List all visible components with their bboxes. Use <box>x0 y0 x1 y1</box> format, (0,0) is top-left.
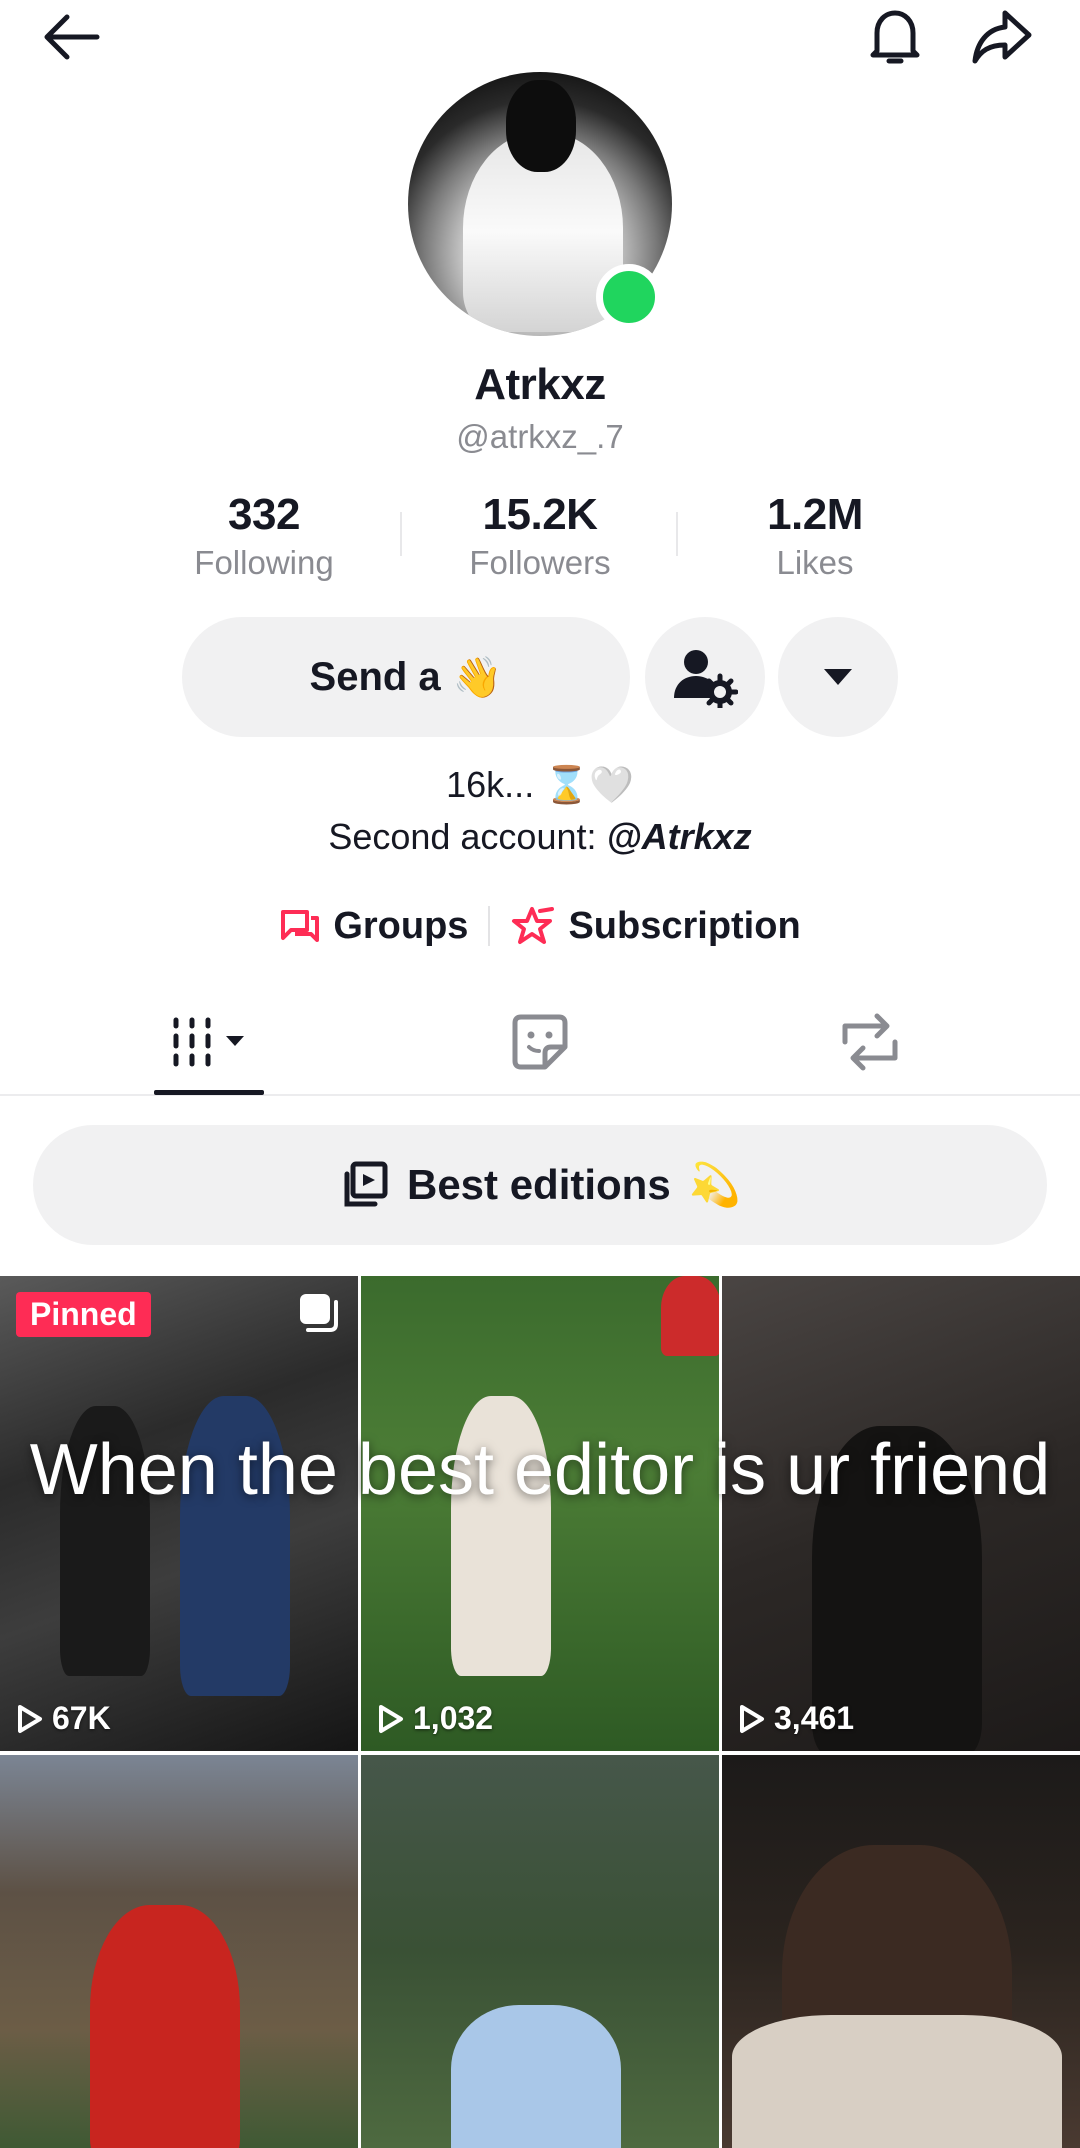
avatar-head-shape <box>506 80 576 172</box>
stat-label: Likes <box>776 544 854 581</box>
stat-divider <box>676 512 678 556</box>
content-tabs <box>0 990 1080 1096</box>
profile-actions: Send a 👋 <box>0 617 1080 737</box>
multi-photo-icon <box>300 1294 338 1332</box>
video-grid: Pinned 67K 1,032 3,461 <box>0 1276 1080 2148</box>
player-silhouette <box>451 2005 621 2148</box>
groups-label: Groups <box>333 904 469 947</box>
video-tile[interactable] <box>361 1755 719 2148</box>
collection-emoji: 💫 <box>688 1160 741 1208</box>
stat-value: 15.2K <box>482 490 598 539</box>
profile-avatar[interactable] <box>408 72 672 336</box>
profile-stats: 332 Following 15.2K Followers 1.2M Likes <box>0 490 1080 590</box>
player-silhouette <box>661 1276 719 1356</box>
bell-icon <box>870 10 920 64</box>
play-outline-icon <box>379 1704 403 1733</box>
video-tile[interactable] <box>722 1755 1080 2148</box>
best-editions-collection[interactable]: Best editions 💫 <box>33 1125 1047 1245</box>
bio-line-1: 16k... ⌛🤍 <box>446 764 634 805</box>
stat-likes[interactable]: 1.2M Likes <box>705 490 925 582</box>
username: @atrkxz_.7 <box>456 418 624 455</box>
pinned-badge: Pinned <box>16 1292 151 1337</box>
view-count: 3,461 <box>738 1700 854 1737</box>
star-badge-icon <box>512 907 555 944</box>
chat-bubbles-icon <box>281 910 320 942</box>
display-name: Atrkxz <box>474 360 606 409</box>
collection-icon <box>344 1161 388 1207</box>
video-tile[interactable] <box>0 1755 358 2148</box>
stat-following[interactable]: 332 Following <box>154 490 374 582</box>
active-tab-indicator <box>154 1090 264 1095</box>
stat-divider <box>400 512 402 556</box>
wave-emoji: 👋 <box>452 655 503 700</box>
top-bar <box>0 0 1080 80</box>
stat-value: 1.2M <box>767 490 863 539</box>
stat-label: Following <box>194 544 334 581</box>
collection-label: Best editions <box>406 1161 671 1208</box>
stat-label: Followers <box>469 544 611 581</box>
sticker-face-icon <box>512 1014 568 1070</box>
share-button[interactable] <box>962 2 1042 72</box>
profile-links: Groups Subscription <box>0 898 1080 954</box>
view-count-value: 1,032 <box>413 1700 494 1736</box>
groups-link[interactable]: Groups <box>259 905 488 948</box>
online-status-dot <box>596 264 662 330</box>
user-gear-icon <box>674 650 738 708</box>
view-count-value: 3,461 <box>774 1700 855 1736</box>
play-outline-icon <box>740 1704 764 1733</box>
stat-followers[interactable]: 15.2K Followers <box>430 490 650 582</box>
tab-stickers[interactable] <box>360 990 720 1094</box>
caret-down-icon <box>824 669 852 685</box>
send-wave-button[interactable]: Send a 👋 <box>182 617 630 737</box>
friend-settings-button[interactable] <box>645 617 765 737</box>
tab-videos[interactable] <box>30 990 390 1094</box>
video-overlay-caption: When the best editor is ur friend <box>29 1430 1051 1510</box>
subscription-label: Subscription <box>568 904 801 947</box>
view-count: 1,032 <box>377 1700 493 1737</box>
bio-prefix: Second account: <box>328 816 607 857</box>
subscription-link[interactable]: Subscription <box>490 905 820 948</box>
back-button[interactable] <box>30 2 110 72</box>
bio-mention-link[interactable]: @Atrkxz <box>607 816 752 857</box>
send-label: Send a <box>309 654 441 699</box>
shirt-shape <box>732 2015 1062 2148</box>
share-arrow-icon <box>972 10 1032 64</box>
player-silhouette <box>90 1905 240 2148</box>
view-count-value: 67K <box>52 1700 111 1736</box>
notifications-button[interactable] <box>855 2 935 72</box>
stat-value: 332 <box>228 490 300 539</box>
grid-menu-icon <box>173 1017 244 1067</box>
arrow-left-icon <box>44 14 100 60</box>
repost-icon <box>842 1013 898 1071</box>
view-count: 67K <box>16 1700 111 1737</box>
bio-line-2: Second account: @Atrkxz <box>0 816 1080 858</box>
more-options-button[interactable] <box>778 617 898 737</box>
tab-reposts[interactable] <box>690 990 1050 1094</box>
play-outline-icon <box>18 1704 42 1733</box>
